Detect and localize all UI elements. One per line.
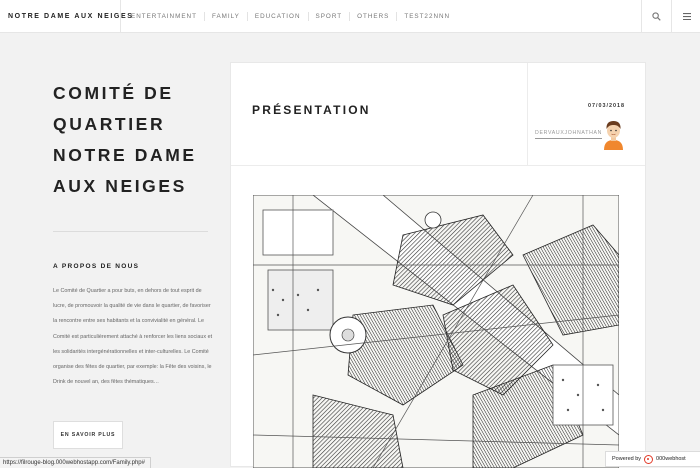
- main-nav: ENTERTAINMENT FAMILY EDUCATION SPORT OTH…: [126, 0, 457, 32]
- card-divider: [231, 165, 645, 166]
- header-divider: [527, 63, 528, 165]
- status-bar-url: https://filrouge-blog.000webhostapp.com/…: [0, 457, 151, 468]
- nav-item-family[interactable]: FAMILY: [203, 11, 247, 21]
- search-button[interactable]: [641, 0, 671, 32]
- webhost-logo-icon: [644, 454, 654, 464]
- site-brand[interactable]: NOTRE DAME AUX NEIGES: [8, 0, 134, 32]
- hosting-badge[interactable]: Powered by 000webhost: [605, 451, 700, 467]
- post-title[interactable]: PRÉSENTATION: [252, 103, 371, 117]
- sidebar-divider: [53, 231, 208, 232]
- search-icon: [652, 11, 661, 21]
- about-heading: A PROPOS DE NOUS: [53, 263, 140, 270]
- nav-item-sport[interactable]: SPORT: [307, 11, 350, 21]
- nav-item-others[interactable]: OTHERS: [349, 11, 396, 21]
- sidebar-title: COMITÉ DE QUARTIER NOTRE DAME AUX NEIGES: [53, 83, 197, 196]
- avatar-icon: [604, 121, 623, 150]
- webhost-brand: 000webhost: [656, 456, 686, 462]
- about-text: Le Comité de Quartier a pour buts, en de…: [53, 288, 213, 386]
- menu-button[interactable]: [671, 0, 700, 32]
- hamburger-menu-icon: [682, 12, 691, 20]
- powered-by-label: Powered by: [612, 456, 642, 462]
- post-card: PRÉSENTATION 07/03/2018 DERVAUXJOHNATHAN: [230, 62, 646, 468]
- post-date: 07/03/2018: [588, 103, 625, 109]
- top-navbar: NOTRE DAME AUX NEIGES ENTERTAINMENT FAMI…: [0, 0, 700, 33]
- brand-divider: [120, 0, 121, 32]
- nav-item-education[interactable]: EDUCATION: [246, 11, 308, 21]
- nav-item-test22nnn[interactable]: TEST22NNN: [396, 11, 457, 21]
- post-author[interactable]: DERVAUXJOHNATHAN: [535, 130, 603, 139]
- nav-item-entertainment[interactable]: ENTERTAINMENT: [126, 12, 204, 21]
- post-image: [253, 195, 619, 468]
- more-button[interactable]: EN SAVOIR PLUS: [53, 421, 123, 449]
